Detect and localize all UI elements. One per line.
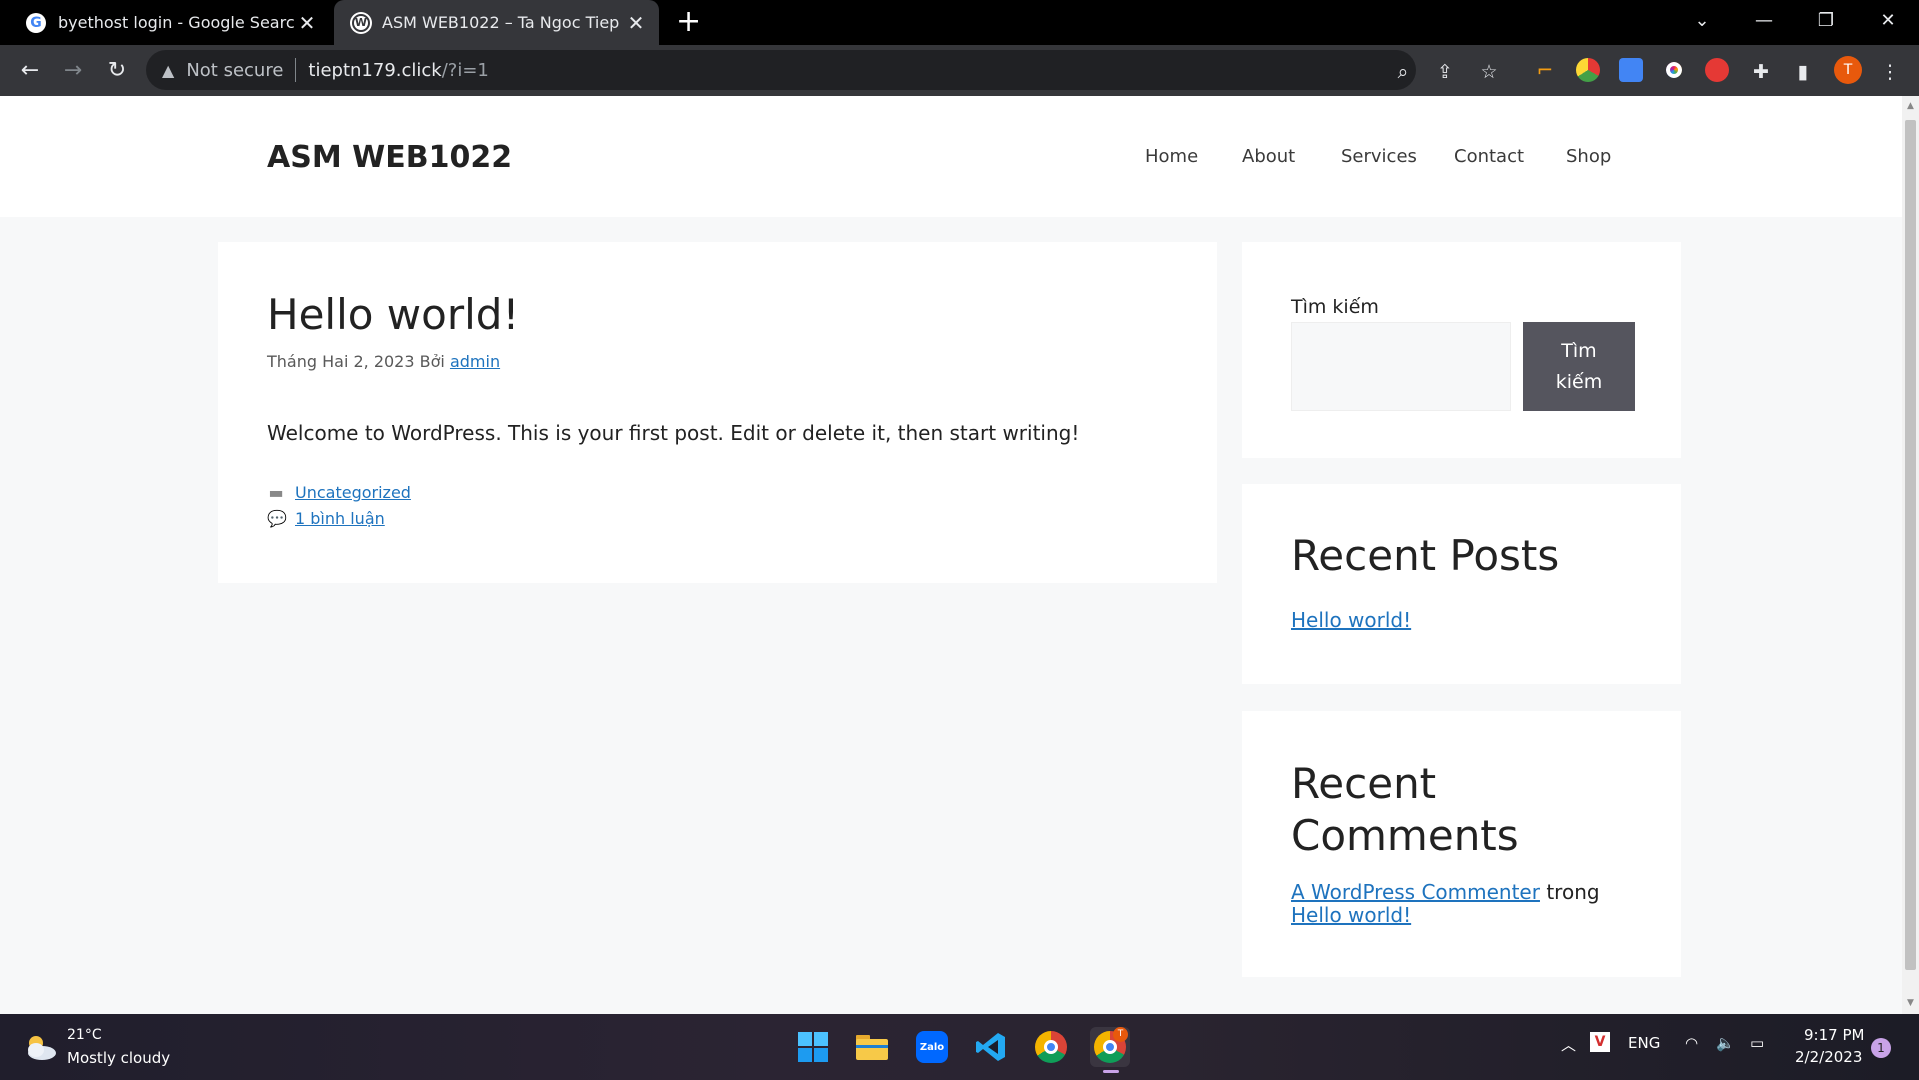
comment-author-link[interactable]: A WordPress Commenter — [1291, 880, 1540, 904]
recent-comments-widget: Recent Comments A WordPress Commenter tr… — [1242, 711, 1681, 977]
weather-temperature[interactable]: 21°C — [67, 1027, 102, 1043]
post-comments: 💬 1 bình luận — [267, 509, 385, 528]
wifi-icon[interactable]: ◠ — [1685, 1034, 1698, 1052]
profile-avatar[interactable]: T — [1834, 56, 1862, 84]
post-meta: Tháng Hai 2, 2023 Bởi admin — [267, 352, 500, 371]
nav-home[interactable]: Home — [1145, 146, 1198, 167]
comment-on-label: trong — [1546, 880, 1600, 904]
notification-badge[interactable]: 1 — [1871, 1038, 1891, 1058]
nav-contact[interactable]: Contact — [1454, 146, 1524, 167]
security-status: Not secure — [186, 59, 284, 81]
tab-asm-web1022[interactable]: W ASM WEB1022 – Ta Ngoc Tiep ✕ — [334, 0, 659, 45]
tab-google-search[interactable]: G byethost login - Google Search ✕ — [0, 0, 330, 45]
zalo-icon[interactable]: Zalo — [912, 1027, 952, 1067]
chrome-profile-active-icon[interactable]: T — [1090, 1027, 1130, 1073]
page-scrollbar[interactable]: ▲ ▼ — [1902, 96, 1919, 1014]
side-panel-icon[interactable]: ▮ — [1791, 60, 1815, 84]
search-button[interactable]: Tìm kiếm — [1523, 322, 1635, 411]
warning-icon: ▲ — [162, 60, 175, 80]
new-tab-button[interactable]: + — [676, 6, 701, 38]
nav-shop[interactable]: Shop — [1566, 146, 1611, 167]
windows-taskbar: 21°C Mostly cloudy Zalo T ︿ V ENG ◠ 🔈 ▭ … — [0, 1014, 1919, 1080]
url-host: tieptn179.click — [308, 59, 442, 81]
clock-time[interactable]: 9:17 PM — [1804, 1026, 1864, 1044]
start-windows-icon[interactable] — [793, 1027, 833, 1067]
file-explorer-icon[interactable] — [852, 1027, 892, 1067]
clock-date[interactable]: 2/2/2023 — [1795, 1048, 1862, 1066]
restore-icon[interactable]: ❐ — [1800, 0, 1852, 40]
search-input[interactable] — [1291, 322, 1511, 411]
post-author-link[interactable]: admin — [450, 352, 500, 371]
menu-kebab-icon[interactable]: ⋮ — [1878, 60, 1902, 84]
nav-services[interactable]: Services — [1341, 146, 1417, 167]
extension-ring-icon[interactable] — [1662, 58, 1686, 82]
wordpress-icon: W — [352, 13, 370, 32]
comment-post-link[interactable]: Hello world! — [1291, 903, 1411, 927]
scroll-down-icon[interactable]: ▼ — [1902, 995, 1919, 1012]
google-translate-icon[interactable] — [1619, 58, 1643, 82]
bookmark-star-icon[interactable]: ☆ — [1477, 60, 1501, 84]
extension-orange-icon[interactable]: ⌐ — [1533, 58, 1557, 82]
url-path: /?i=1 — [441, 59, 489, 81]
share-icon[interactable]: ⇪ — [1433, 60, 1457, 84]
nav-about[interactable]: About — [1242, 146, 1295, 167]
weather-description[interactable]: Mostly cloudy — [67, 1049, 170, 1067]
site-title[interactable]: ASM WEB1022 — [267, 140, 512, 175]
unikey-icon[interactable]: V — [1590, 1032, 1610, 1052]
folder-icon: ▬ — [268, 483, 284, 502]
post-category: ▬ Uncategorized — [267, 483, 411, 502]
comments-link[interactable]: 1 bình luận — [295, 509, 385, 528]
search-label: Tìm kiếm — [1291, 296, 1379, 318]
tab-title: ASM WEB1022 – Ta Ngoc Tiep — [382, 13, 620, 32]
language-indicator[interactable]: ENG — [1628, 1034, 1660, 1052]
post-content: Welcome to WordPress. This is your first… — [267, 421, 1080, 445]
post-card: Hello world! Tháng Hai 2, 2023 Bởi admin… — [218, 242, 1217, 583]
browser-tab-strip: G byethost login - Google Search ✕ W ASM… — [0, 0, 1919, 45]
minimize-icon[interactable]: — — [1738, 0, 1790, 40]
chrome-icon[interactable] — [1031, 1027, 1071, 1067]
tab-title: byethost login - Google Search — [58, 13, 294, 32]
recent-comment-item: A WordPress Commenter trong Hello world! — [1291, 881, 1651, 927]
browser-toolbar: ← → ↻ ▲ Not secure tieptn179.click /?i=1… — [0, 45, 1919, 96]
site-header: ASM WEB1022 Home About Services Contact … — [0, 96, 1902, 217]
post-title[interactable]: Hello world! — [267, 290, 519, 339]
volume-icon[interactable]: 🔈 — [1716, 1034, 1735, 1052]
zoom-icon[interactable]: ⌕ — [1391, 60, 1415, 84]
category-link[interactable]: Uncategorized — [295, 483, 411, 502]
cloudy-weather-icon[interactable] — [22, 1032, 58, 1062]
post-date[interactable]: Tháng Hai 2, 2023 — [267, 352, 415, 371]
adblock-icon[interactable] — [1705, 58, 1729, 82]
back-icon[interactable]: ← — [16, 57, 44, 85]
divider — [295, 58, 297, 82]
recent-posts-title: Recent Posts — [1291, 531, 1560, 580]
close-window-icon[interactable]: ✕ — [1862, 0, 1914, 40]
post-by-label: Bởi — [419, 352, 445, 371]
recent-posts-widget: Recent Posts Hello world! — [1242, 484, 1681, 684]
close-tab-icon[interactable]: ✕ — [294, 11, 320, 35]
vscode-icon[interactable] — [971, 1027, 1011, 1067]
recent-post-link[interactable]: Hello world! — [1291, 608, 1411, 632]
forward-icon[interactable]: → — [59, 57, 87, 85]
chrome-profile-badge: T — [1113, 1027, 1128, 1042]
tab-search-icon[interactable]: ⌄ — [1676, 0, 1728, 40]
close-tab-icon[interactable]: ✕ — [623, 11, 649, 35]
extensions-puzzle-icon[interactable]: ✚ — [1749, 60, 1773, 84]
address-bar[interactable]: ▲ Not secure tieptn179.click /?i=1 — [146, 50, 1416, 90]
scrollbar-thumb[interactable] — [1905, 120, 1916, 970]
search-button-label: Tìm kiếm — [1555, 339, 1603, 393]
active-app-indicator — [1103, 1070, 1119, 1073]
recent-comments-title: Recent Comments — [1291, 759, 1519, 860]
search-widget: Tìm kiếm Tìm kiếm — [1242, 242, 1681, 458]
google-icon: G — [26, 12, 46, 33]
page-viewport: ASM WEB1022 Home About Services Contact … — [0, 96, 1902, 1014]
reload-icon[interactable]: ↻ — [103, 57, 131, 85]
battery-icon[interactable]: ▭ — [1750, 1034, 1764, 1052]
extension-color-icon[interactable] — [1576, 58, 1600, 82]
comments-icon: 💬 — [267, 509, 287, 528]
tray-chevron-up-icon[interactable]: ︿ — [1561, 1034, 1576, 1055]
scroll-up-icon[interactable]: ▲ — [1902, 98, 1919, 115]
